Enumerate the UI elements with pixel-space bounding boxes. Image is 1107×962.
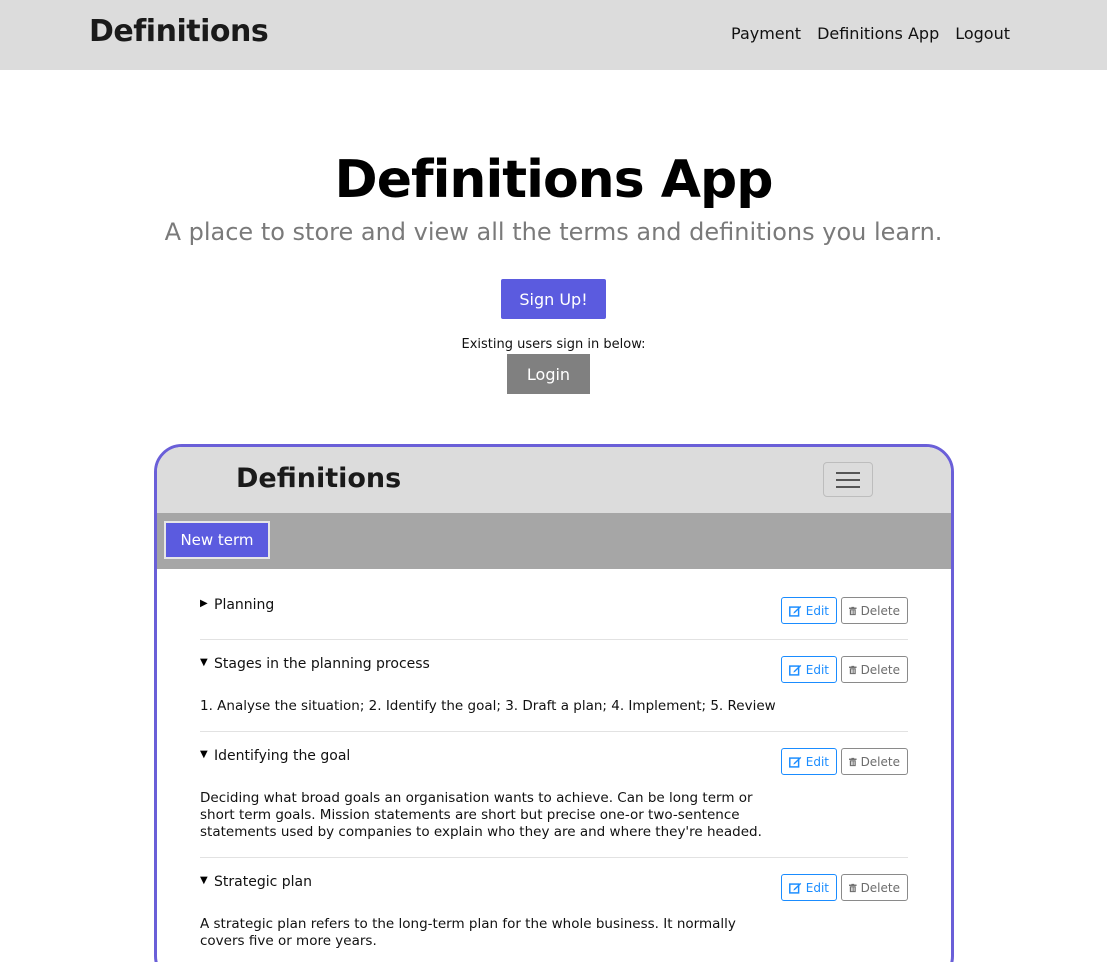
delete-button[interactable]: Delete	[841, 748, 908, 775]
term-header[interactable]: ▼ Strategic plan Edit Delete	[200, 858, 908, 916]
trash-icon	[849, 883, 857, 892]
term-header[interactable]: ▼ Identifying the goal Edit Delete	[200, 732, 908, 790]
term-title[interactable]: Stages in the planning process	[214, 656, 430, 672]
edit-button[interactable]: Edit	[781, 874, 837, 901]
preview-brand: Definitions	[236, 463, 402, 494]
preview-toolbar: New term	[157, 513, 951, 569]
term-item: ▼ Identifying the goal Edit Delete Decid…	[200, 732, 908, 858]
top-navbar: Definitions Payment Definitions App Logo…	[0, 0, 1107, 70]
delete-label: Delete	[860, 880, 900, 895]
caret-down-icon[interactable]: ▼	[200, 875, 208, 886]
term-definition: A strategic plan refers to the long-term…	[200, 916, 736, 949]
term-title[interactable]: Planning	[214, 597, 274, 613]
edit-button[interactable]: Edit	[781, 748, 837, 775]
caret-right-icon[interactable]: ▶	[200, 598, 208, 609]
app-preview-frame: Definitions New term ▶ Planning Edit Del…	[154, 444, 954, 962]
delete-button[interactable]: Delete	[841, 656, 908, 683]
new-term-button[interactable]: New term	[164, 521, 270, 559]
term-item: ▶ Planning Edit Delete	[200, 569, 908, 640]
edit-icon	[789, 664, 802, 676]
delete-label: Delete	[860, 754, 900, 769]
edit-icon	[789, 605, 802, 617]
term-header[interactable]: ▼ Stages in the planning process Edit De…	[200, 640, 908, 698]
existing-users-text: Existing users sign in below:	[461, 337, 646, 352]
preview-navbar: Definitions	[157, 447, 951, 513]
nav-links: Payment Definitions App Logout	[731, 24, 1010, 43]
caret-down-icon[interactable]: ▼	[200, 749, 208, 760]
trash-icon	[849, 757, 857, 766]
edit-label: Edit	[805, 754, 829, 769]
term-title[interactable]: Identifying the goal	[214, 748, 350, 764]
nav-link-logout[interactable]: Logout	[955, 24, 1010, 43]
trash-icon	[849, 665, 857, 674]
term-title[interactable]: Strategic plan	[214, 874, 312, 890]
edit-icon	[789, 756, 802, 768]
term-list: ▶ Planning Edit Delete ▼ Stages in the p…	[200, 569, 908, 962]
delete-button[interactable]: Delete	[841, 874, 908, 901]
trash-icon	[849, 606, 857, 615]
brand-logo[interactable]: Definitions	[89, 14, 269, 49]
delete-button[interactable]: Delete	[841, 597, 908, 624]
delete-label: Delete	[860, 603, 900, 618]
edit-label: Edit	[805, 880, 829, 895]
edit-button[interactable]: Edit	[781, 597, 837, 624]
term-definition: 1. Analyse the situation; 2. Identify th…	[200, 698, 776, 714]
term-item: ▼ Stages in the planning process Edit De…	[200, 640, 908, 732]
delete-label: Delete	[860, 662, 900, 677]
term-definition: Deciding what broad goals an organisatio…	[200, 790, 762, 840]
edit-label: Edit	[805, 662, 829, 677]
term-item: ▼ Strategic plan Edit Delete A strategic…	[200, 858, 908, 962]
edit-label: Edit	[805, 603, 829, 618]
edit-icon	[789, 882, 802, 894]
nav-link-payment[interactable]: Payment	[731, 24, 801, 43]
signup-button[interactable]: Sign Up!	[501, 279, 606, 319]
page-subtitle: A place to store and view all the terms …	[164, 218, 943, 246]
caret-down-icon[interactable]: ▼	[200, 657, 208, 668]
nav-link-definitions-app[interactable]: Definitions App	[817, 24, 939, 43]
hamburger-menu-icon[interactable]	[823, 462, 873, 497]
login-button[interactable]: Login	[507, 354, 590, 394]
term-header[interactable]: ▶ Planning Edit Delete	[200, 569, 908, 640]
edit-button[interactable]: Edit	[781, 656, 837, 683]
page-title: Definitions App	[334, 150, 774, 210]
